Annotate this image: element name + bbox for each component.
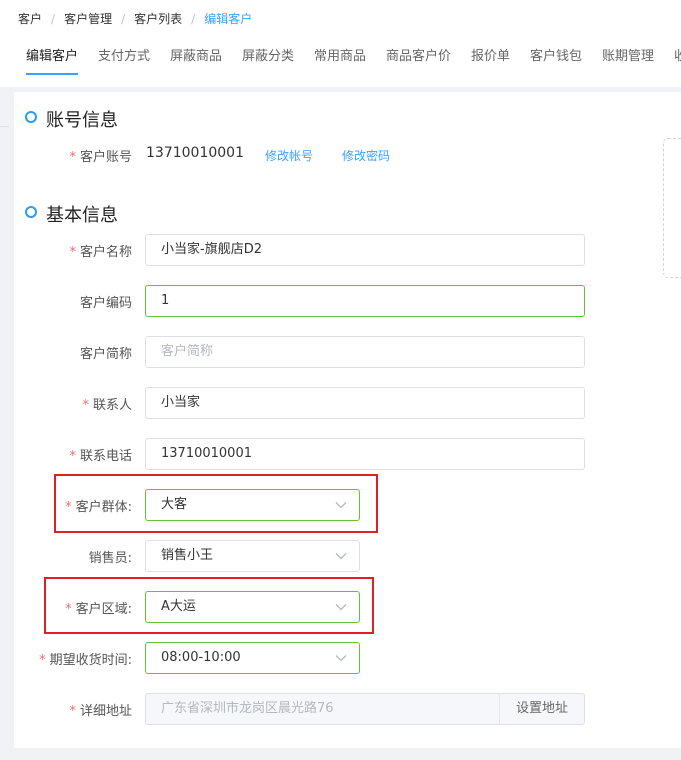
divider [0,126,9,127]
salesperson-value: 销售小王 [161,548,214,563]
tab-common-products[interactable]: 常用商品 [314,46,366,68]
account-value: 13710010001 [146,145,244,161]
breadcrumb-separator: / [121,12,126,26]
delivery-time-select[interactable]: 08:00-10:00 [145,642,360,674]
section-title-account: 账号信息 [46,110,118,131]
breadcrumb: 客户 / 客户管理 / 客户列表 / 编辑客户 [18,10,252,27]
tab-payment-methods[interactable]: 支付方式 [98,46,150,68]
tab-customer-prices[interactable]: 商品客户价 [386,46,451,68]
set-address-button[interactable]: 设置地址 [499,693,585,725]
label-customer-short-name: 客户简称 [79,347,132,362]
label-customer-group: * 客户群体: [65,500,132,515]
customer-name-input[interactable]: 小当家-旗舰店D2 [145,234,585,266]
side-card [663,138,681,278]
customer-short-name-input[interactable]: 客户简称 [145,336,585,368]
breadcrumb-item-customer-management[interactable]: 客户管理 [64,10,112,27]
breadcrumb-separator: / [51,12,56,26]
delivery-time-value: 08:00-10:00 [161,650,241,665]
customer-region-select[interactable]: A大运 [145,591,360,623]
active-tab-indicator [26,73,78,75]
label-delivery-time: * 期望收货时间: [39,653,132,668]
label-salesperson: 销售员: [88,551,132,566]
customer-code-input[interactable]: 1 [145,285,585,317]
label-account: * 客户账号 [69,150,132,165]
label-phone: * 联系电话 [69,449,132,464]
tab-quotation[interactable]: 报价单 [471,46,510,68]
section-dot-icon [25,206,37,218]
customer-group-value: 大客 [161,497,188,512]
address-input: 广东省深圳市龙岗区晨光路76 [145,693,500,725]
label-contact: * 联系人 [82,398,132,413]
breadcrumb-item-customer[interactable]: 客户 [18,10,42,27]
label-customer-name: * 客户名称 [69,245,132,260]
edit-account-link[interactable]: 修改帐号 [265,147,313,164]
tab-customer-wallet[interactable]: 客户钱包 [530,46,582,68]
tab-blocked-products[interactable]: 屏蔽商品 [170,46,222,68]
chevron-down-icon [335,655,347,662]
breadcrumb-item-edit-customer: 编辑客户 [204,12,253,26]
chevron-down-icon [335,553,347,560]
label-address: * 详细地址 [69,704,132,719]
section-title-basic: 基本信息 [46,205,118,226]
tab-bar: 编辑客户 支付方式 屏蔽商品 屏蔽分类 常用商品 商品客户价 报价单 客户钱包 … [0,46,681,76]
required-star: * [69,150,76,165]
customer-group-select[interactable]: 大客 [145,489,360,521]
chevron-down-icon [335,502,347,509]
breadcrumb-item-customer-list[interactable]: 客户列表 [134,10,182,27]
tab-edit-customer[interactable]: 编辑客户 [26,46,78,68]
label-customer-region: * 客户区域: [65,602,132,617]
tab-more[interactable]: 收 [674,46,681,68]
contact-input[interactable]: 小当家 [145,387,585,419]
top-bar: 客户 / 客户管理 / 客户列表 / 编辑客户 编辑客户 支付方式 屏蔽商品 屏蔽分类 常用… [0,0,681,87]
salesperson-select[interactable]: 销售小王 [145,540,360,572]
tab-billing-period[interactable]: 账期管理 [602,46,654,68]
placeholder-text: 客户简称 [161,344,214,359]
phone-input[interactable]: 13710010001 [145,438,585,470]
edit-password-link[interactable]: 修改密码 [342,147,390,164]
tab-blocked-categories[interactable]: 屏蔽分类 [242,46,294,68]
breadcrumb-separator: / [191,12,196,26]
section-dot-icon [25,111,37,123]
label-customer-code: 客户编码 [79,296,132,311]
customer-region-value: A大运 [161,599,196,614]
chevron-down-icon [335,604,347,611]
